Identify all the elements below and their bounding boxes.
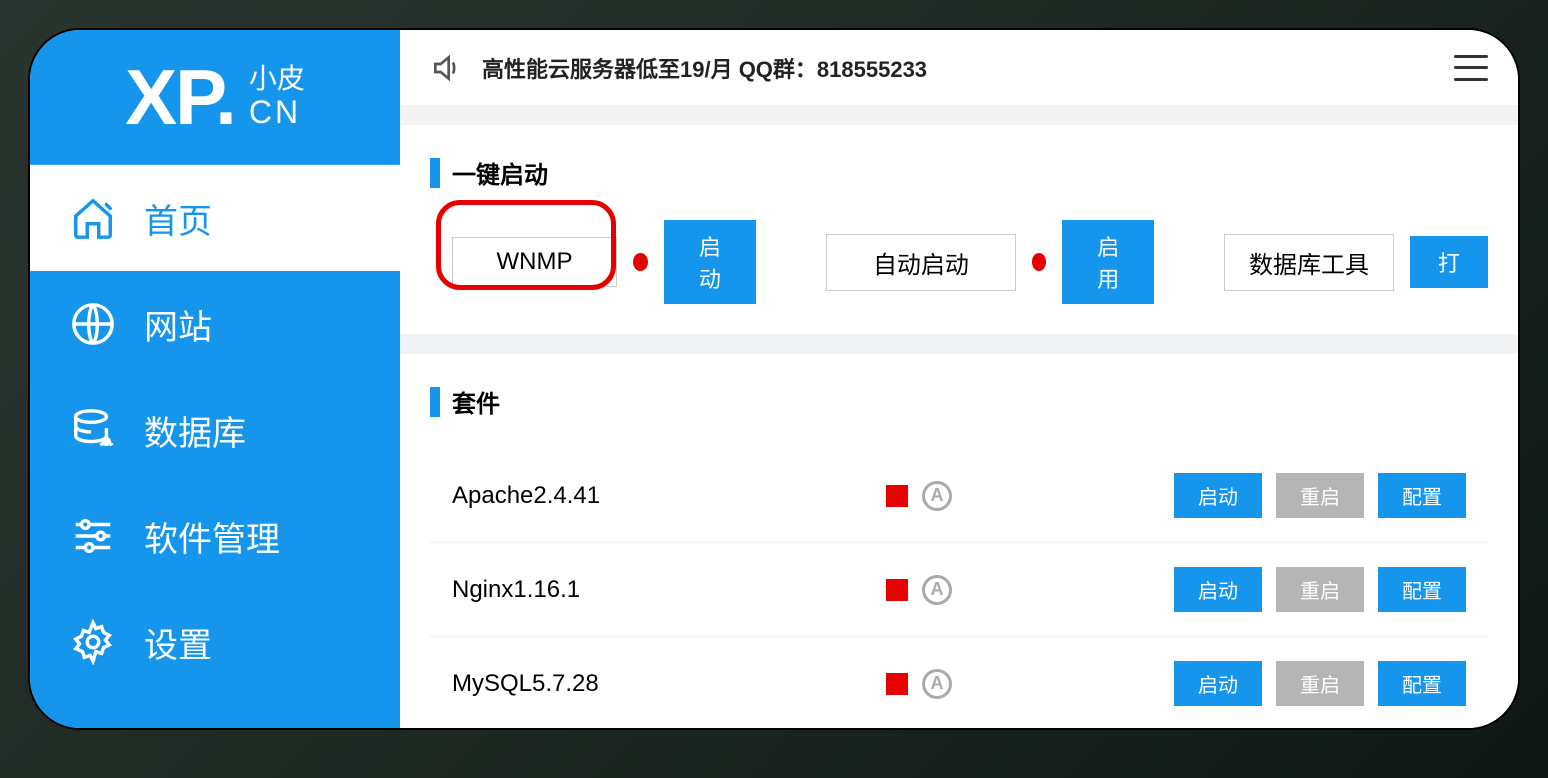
dbtool-open-button[interactable]: 打	[1410, 236, 1488, 288]
service-status-stopped	[886, 673, 908, 695]
autostart-select[interactable]: 自动启动	[826, 234, 1016, 291]
service-status-stopped	[886, 579, 908, 601]
panel-title: 一键启动	[430, 155, 1488, 190]
service-restart-button[interactable]: 重启	[1276, 661, 1364, 706]
sidebar-item-website[interactable]: 网站	[30, 271, 400, 377]
stack-select[interactable]: WNMP	[452, 237, 617, 287]
logo-sub-top: 小皮	[249, 64, 305, 95]
service-row: Apache2.4.41 A 启动 重启 配置	[430, 449, 1488, 543]
sidebar-item-settings[interactable]: 设置	[30, 589, 400, 695]
logo-sub-bot: CN	[249, 95, 305, 130]
announcement-text: 高性能云服务器低至19/月 QQ群：818555233	[482, 52, 927, 84]
service-a-icon: A	[922, 481, 952, 511]
sliders-icon	[68, 511, 118, 561]
autostart-enable-button[interactable]: 启用	[1062, 220, 1154, 304]
quick-start-row: WNMP 启动 自动启动 启用 数据库工具 打	[430, 220, 1488, 304]
hamburger-menu-icon[interactable]	[1454, 55, 1488, 81]
service-config-button[interactable]: 配置	[1378, 567, 1466, 612]
service-config-button[interactable]: 配置	[1378, 473, 1466, 518]
service-buttons: 启动 重启 配置	[1174, 567, 1466, 612]
panel-title: 套件	[430, 384, 1488, 419]
stack-start-button[interactable]: 启动	[664, 220, 756, 304]
sidebar-item-label: 数据库	[144, 406, 246, 455]
services-panel: 套件 Apache2.4.41 A 启动 重启 配置 Nginx1.16.1	[400, 354, 1518, 728]
sidebar: XP. 小皮 CN 首页 网站 数据库	[30, 30, 400, 728]
globe-icon	[68, 299, 118, 349]
service-start-button[interactable]: 启动	[1174, 661, 1262, 706]
service-name: Nginx1.16.1	[452, 576, 872, 604]
sidebar-item-software[interactable]: 软件管理	[30, 483, 400, 589]
logo-text-xp: XP.	[125, 52, 235, 143]
service-buttons: 启动 重启 配置	[1174, 473, 1466, 518]
service-start-button[interactable]: 启动	[1174, 473, 1262, 518]
app-window: XP. 小皮 CN 首页 网站 数据库	[30, 30, 1518, 728]
status-dot	[1032, 253, 1047, 271]
sidebar-item-home[interactable]: 首页	[30, 165, 400, 271]
service-a-icon: A	[922, 669, 952, 699]
topbar: 高性能云服务器低至19/月 QQ群：818555233	[400, 30, 1518, 105]
service-buttons: 启动 重启 配置	[1174, 661, 1466, 706]
gear-icon	[68, 617, 118, 667]
dbtool-select[interactable]: 数据库工具	[1224, 234, 1394, 291]
service-config-button[interactable]: 配置	[1378, 661, 1466, 706]
status-dot	[633, 253, 648, 271]
main-area: 高性能云服务器低至19/月 QQ群：818555233 一键启动 WNMP 启动	[400, 30, 1518, 728]
stack-group: WNMP 启动	[452, 220, 756, 304]
logo: XP. 小皮 CN	[30, 30, 400, 165]
database-icon	[68, 405, 118, 455]
dbtool-group: 数据库工具 打	[1224, 234, 1488, 291]
home-icon	[68, 193, 118, 243]
speaker-icon	[430, 52, 462, 84]
service-row: Nginx1.16.1 A 启动 重启 配置	[430, 543, 1488, 637]
autostart-group: 自动启动 启用	[826, 220, 1154, 304]
content: 一键启动 WNMP 启动 自动启动 启用 数据库工	[400, 105, 1518, 728]
title-bar-accent	[430, 387, 440, 417]
service-a-icon: A	[922, 575, 952, 605]
service-row: MySQL5.7.28 A 启动 重启 配置	[430, 637, 1488, 728]
service-status-stopped	[886, 485, 908, 507]
sidebar-item-label: 设置	[144, 618, 212, 667]
service-name: MySQL5.7.28	[452, 670, 872, 698]
quick-start-title: 一键启动	[452, 155, 548, 190]
services-title: 套件	[452, 384, 500, 419]
sidebar-item-label: 网站	[144, 300, 212, 349]
title-bar-accent	[430, 158, 440, 188]
sidebar-item-database[interactable]: 数据库	[30, 377, 400, 483]
logo-subtitle: 小皮 CN	[249, 64, 305, 130]
service-restart-button[interactable]: 重启	[1276, 567, 1364, 612]
sidebar-item-label: 软件管理	[144, 512, 280, 561]
service-start-button[interactable]: 启动	[1174, 567, 1262, 612]
service-name: Apache2.4.41	[452, 482, 872, 510]
service-restart-button[interactable]: 重启	[1276, 473, 1364, 518]
sidebar-item-label: 首页	[144, 194, 212, 243]
quick-start-panel: 一键启动 WNMP 启动 自动启动 启用 数据库工	[400, 125, 1518, 334]
